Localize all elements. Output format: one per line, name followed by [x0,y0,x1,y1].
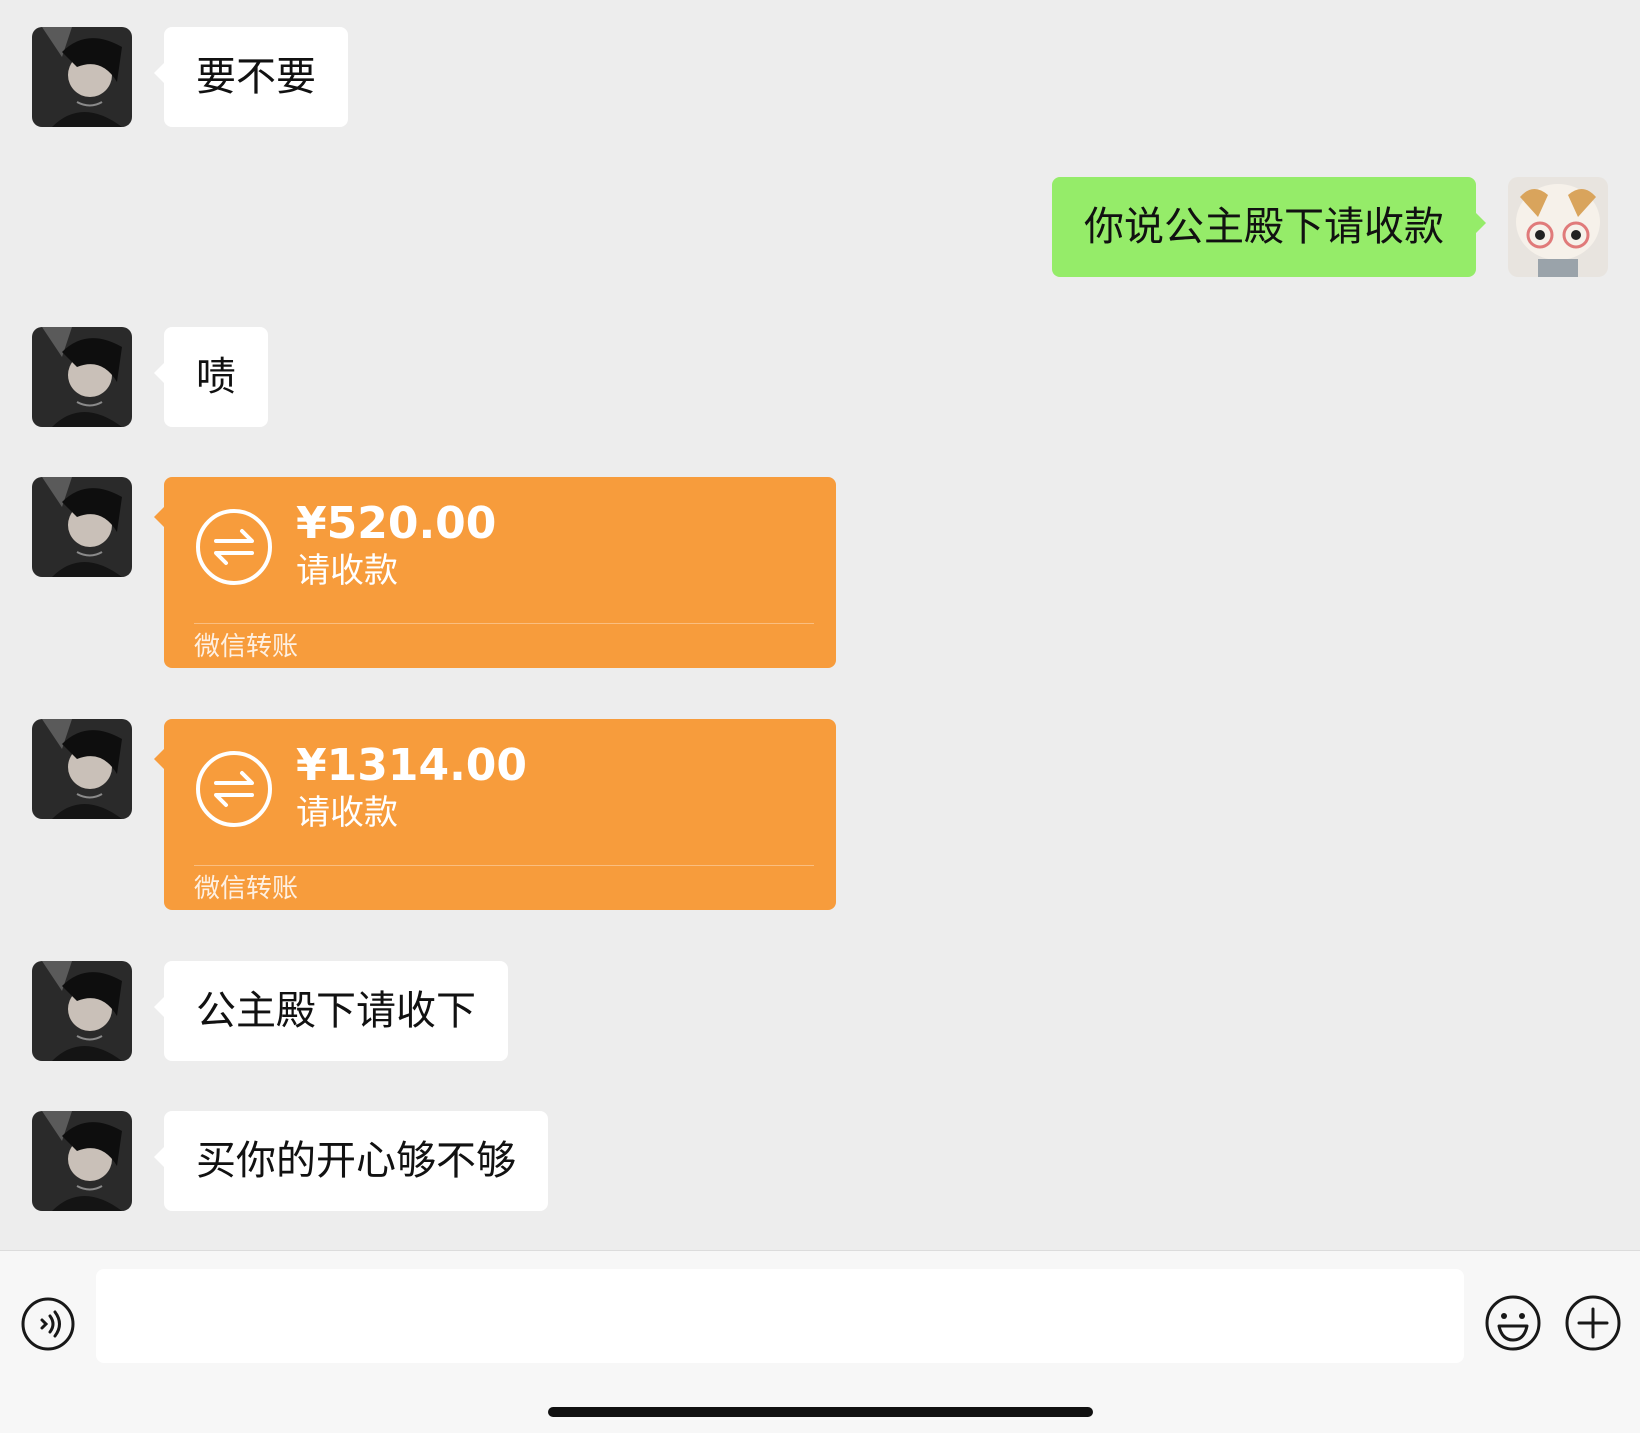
transfer-divider [194,865,814,866]
contact-avatar[interactable] [32,961,132,1061]
transfer-note: 请收款 [296,551,398,591]
chat-area: 要不要 你说公主殿下请收款 啧 ¥520.00 请收款 微信转账 ¥1314.0… [0,0,1640,1250]
incoming-message-bubble[interactable]: 买你的开心够不够 [154,1111,548,1211]
message-row: ¥1314.00 请收款 微信转账 [0,692,1640,922]
my-avatar[interactable] [1508,177,1608,277]
avatar-image [32,1111,132,1211]
message-row: 买你的开心够不够 [0,1084,1640,1224]
contact-avatar[interactable] [32,477,132,577]
transfer-card[interactable]: ¥1314.00 请收款 微信转账 [154,719,836,910]
contact-avatar[interactable] [32,327,132,427]
outgoing-message-bubble[interactable]: 你说公主殿下请收款 [1052,177,1486,277]
transfer-amount: ¥520.00 [296,498,497,549]
input-bar [0,1250,1640,1433]
avatar-image [32,719,132,819]
transfer-brand-label: 微信转账 [194,874,299,904]
transfer-icon [196,751,272,827]
emoji-icon[interactable] [1484,1294,1542,1352]
message-row: 公主殿下请收下 [0,934,1640,1074]
incoming-message-bubble[interactable]: 公主殿下请收下 [154,961,508,1061]
plus-icon[interactable] [1564,1294,1622,1352]
contact-avatar[interactable] [32,27,132,127]
home-indicator[interactable] [548,1407,1093,1417]
transfer-note: 请收款 [296,793,398,833]
transfer-divider [194,623,814,624]
avatar-image [32,477,132,577]
avatar-image [32,327,132,427]
voice-icon[interactable] [20,1296,76,1352]
transfer-card[interactable]: ¥520.00 请收款 微信转账 [154,477,836,668]
message-input[interactable] [96,1269,1464,1363]
incoming-message-bubble[interactable]: 啧 [154,327,268,427]
transfer-icon [196,509,272,585]
contact-avatar[interactable] [32,1111,132,1211]
message-row: 你说公主殿下请收款 [0,150,1640,290]
avatar-image [32,961,132,1061]
transfer-amount: ¥1314.00 [296,740,528,791]
transfer-brand-label: 微信转账 [194,632,299,662]
avatar-image [32,27,132,127]
avatar-image [1508,177,1608,277]
message-row: 啧 [0,300,1640,440]
message-row: 要不要 [0,0,1640,140]
incoming-message-bubble[interactable]: 要不要 [154,27,348,127]
message-row: ¥520.00 请收款 微信转账 [0,450,1640,680]
contact-avatar[interactable] [32,719,132,819]
